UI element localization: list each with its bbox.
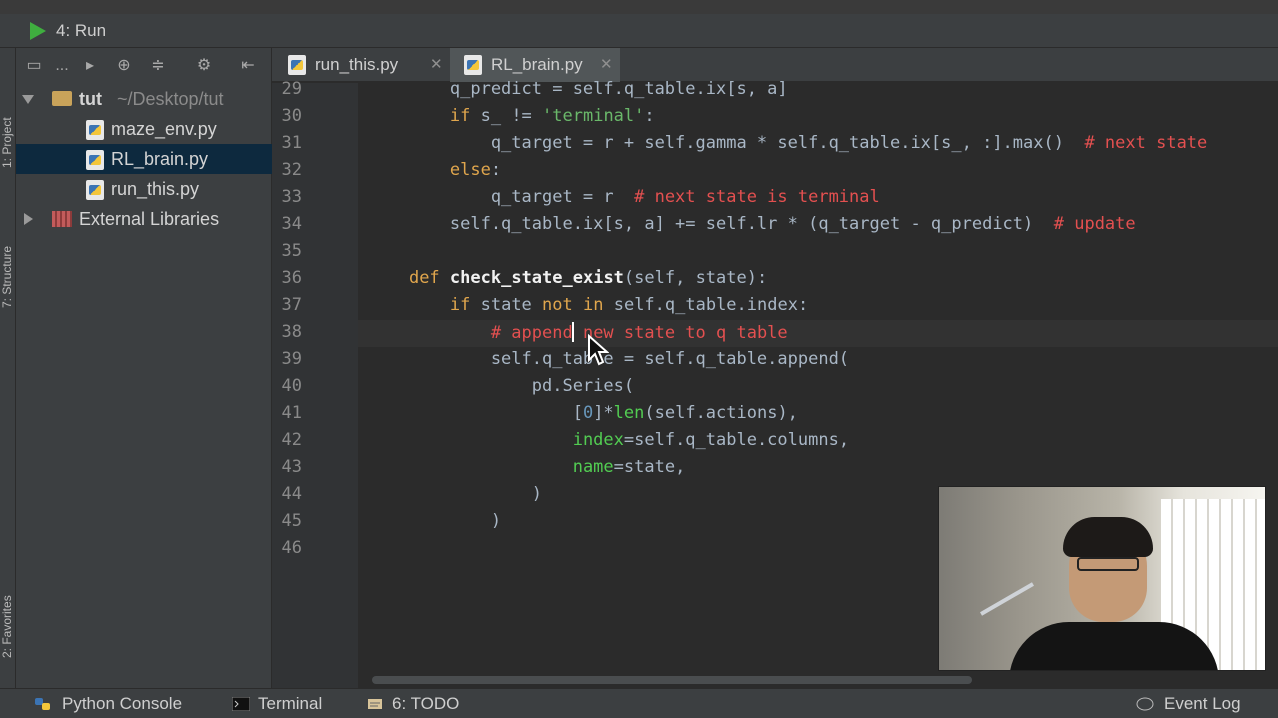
line-number: 30 [281,106,302,126]
root-folder-name: tut [79,89,102,109]
horizontal-scrollbar[interactable] [372,676,972,684]
tree-file-label: run_this.py [111,179,200,199]
project-view-icon[interactable]: ▭ [24,56,44,76]
code-line: if s_ != 'terminal': [449,106,655,126]
line-number: 39 [281,349,302,369]
terminal-icon [232,697,250,711]
code-line: q_target = r + self.gamma * self.q_table… [368,133,1208,153]
library-icon [52,211,72,227]
code-line: [0]*len(self.actions), [368,403,798,423]
line-number: 41 [281,403,302,423]
todo-label: 6: TODO [392,694,460,713]
close-icon[interactable]: ✕ [430,48,443,82]
event-log-icon [1136,697,1154,711]
code-line: index=self.q_table.columns, [572,430,850,450]
gear-icon[interactable]: ⚙ [194,56,214,76]
favorites-tool-window-tab[interactable]: 2: Favorites [0,548,16,658]
terminal-label: Terminal [258,694,323,713]
line-number: 35 [281,241,302,261]
tree-file-item[interactable]: run_this.py [16,174,272,204]
python-file-icon [86,180,104,200]
tree-root-folder[interactable]: tut ~/Desktop/tut [16,84,272,114]
structure-tool-window-tab[interactable]: 7: Structure [0,198,16,308]
mouse-pointer-icon [588,334,609,366]
code-line: # append new state to q table [490,322,788,343]
webcam-overlay [938,486,1266,671]
folder-icon [52,91,72,106]
python-file-icon [288,55,306,75]
person-hair [1063,517,1153,557]
python-file-icon [464,55,482,75]
code-line: q_target = r # next state is terminal [368,187,880,207]
python-console-label: Python Console [62,694,183,713]
forward-icon[interactable]: ▸ [80,56,100,76]
code-line: else: [449,160,502,180]
close-icon[interactable]: ✕ [600,48,613,82]
line-number: 45 [281,511,302,531]
tree-external-libraries[interactable]: External Libraries [16,204,272,234]
desk-lamp [980,582,1034,616]
code-line: pd.Series( [368,376,635,396]
line-number: 29 [281,79,302,99]
line-number: 32 [281,160,302,180]
code-line: self.q_table.ix[s, a] += self.lr * (q_ta… [368,214,1136,234]
collapse-icon[interactable]: ≑ [148,56,168,76]
run-toolbar: 4: Run [0,14,1278,48]
locate-icon[interactable]: ⊕ [114,56,134,76]
line-number: 43 [281,457,302,477]
hide-panel-icon[interactable]: ⇤ [238,56,258,76]
tab-label: run_this.py [315,55,399,74]
line-number-gutter: 29 30 31 32 33 34 35 36 37 38 39 40 41 42 43 44 45 46 [272,79,358,688]
todo-icon [368,699,382,709]
external-libraries-label: External Libraries [79,209,220,229]
line-number: 46 [281,538,302,558]
event-log-label: Event Log [1164,694,1241,713]
line-number: 37 [281,295,302,315]
left-tool-strip: 1: Project 7: Structure 2: Favorites [0,48,16,688]
person-body [1009,622,1219,670]
expand-arrow-icon[interactable] [24,213,33,225]
tab-run-this[interactable]: run_this.py ✕ [280,48,450,82]
project-view-overflow[interactable]: ... [52,56,72,76]
line-number: 38 [281,322,302,342]
line-number: 42 [281,430,302,450]
code-line: def check_state_exist(self, state): [408,268,768,288]
tab-label: RL_brain.py [491,55,583,74]
code-line: ) [368,484,542,504]
project-panel: ▭ ... ▸ ⊕ ≑ ⚙ ⇤ tut ~/Desktop/tut maze_e… [16,48,272,688]
code-line: name=state, [572,457,686,477]
python-file-icon [86,150,104,170]
run-icon[interactable] [30,22,46,40]
bottom-tool-bar: Python Console Terminal 6: TODO Event Lo… [0,688,1278,718]
line-number: 34 [281,214,302,234]
expand-arrow-icon[interactable] [22,95,34,104]
glasses [1077,557,1139,571]
tree-file-item[interactable]: maze_env.py [16,114,272,144]
code-line: if state not in self.q_table.index: [449,295,809,315]
line-number: 40 [281,376,302,396]
line-number: 33 [281,187,302,207]
python-file-icon [86,120,104,140]
project-tool-window-tab[interactable]: 1: Project [0,58,16,168]
code-line: q_predict = self.q_table.ix[s, a] [368,79,788,99]
tab-rl-brain[interactable]: RL_brain.py ✕ [450,48,620,82]
editor-tab-bar: run_this.py ✕ RL_brain.py ✕ [272,48,1278,82]
code-line: ) [368,511,502,531]
tree-file-label: maze_env.py [111,119,217,139]
root-folder-path: ~/Desktop/tut [117,89,224,109]
window-top-strip [0,0,1278,14]
tree-file-label: RL_brain.py [111,149,209,169]
line-number: 36 [281,268,302,288]
python-icon [35,698,50,710]
run-tab-label[interactable]: 4: Run [56,21,106,41]
tree-file-item-selected[interactable]: RL_brain.py [16,144,272,174]
line-number: 44 [281,484,302,504]
text-caret [571,322,574,342]
line-number: 31 [281,133,302,153]
